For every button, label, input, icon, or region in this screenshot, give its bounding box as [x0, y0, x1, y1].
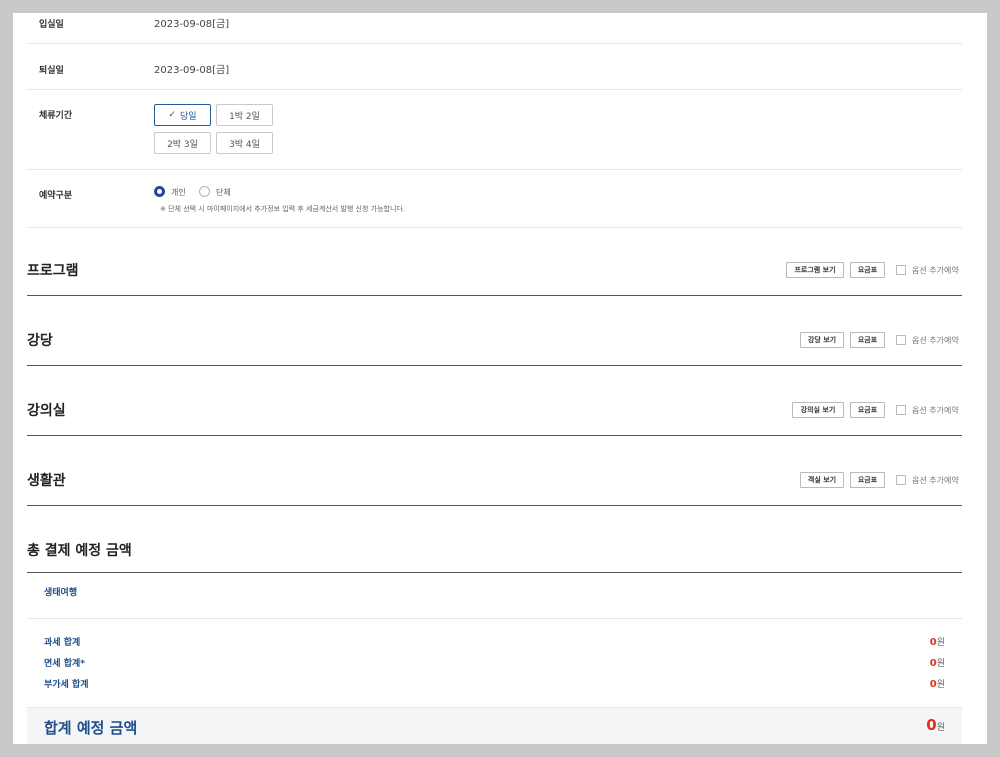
vat-total-value: 0원: [930, 677, 945, 690]
fee-table-button[interactable]: 요금표: [850, 402, 885, 418]
option-checkbox-label[interactable]: 옵션 추가예약: [912, 405, 959, 416]
auditorium-view-button[interactable]: 강당 보기: [800, 332, 844, 348]
stay-label: 체류기간: [39, 111, 73, 121]
option-checkbox[interactable]: [896, 405, 906, 415]
stay-option-label: 당일: [179, 111, 197, 122]
reservation-type-row: 예약구분 개인 단체 ※ 단체 선택 시 마이페이지에서 추가정보 입력 후 세…: [27, 170, 962, 228]
checkout-label: 퇴실일: [39, 66, 64, 76]
lecture-room-view-button[interactable]: 강의실 보기: [792, 402, 844, 418]
section-title: 프로그램: [27, 263, 79, 279]
tour-name: 생태여행: [44, 588, 78, 598]
taxable-total-value: 0원: [930, 635, 945, 648]
radio-group-label[interactable]: 단체: [216, 187, 231, 198]
total-title: 총 결제 예정 금액: [27, 543, 132, 559]
fee-table-button[interactable]: 요금표: [850, 472, 885, 488]
grand-total-value: 0원: [926, 716, 945, 734]
stay-option-label: 1박 2일: [229, 111, 260, 122]
option-checkbox-label[interactable]: 옵션 추가예약: [912, 475, 959, 486]
radio-individual[interactable]: [154, 186, 165, 197]
stay-option-1n2d[interactable]: 1박 2일: [216, 104, 273, 126]
checkin-date: 2023-09-08[금]: [154, 19, 230, 30]
currency-unit: 원: [936, 638, 945, 648]
stay-option-same-day[interactable]: ✓ 당일: [154, 104, 211, 126]
reservation-type-label: 예약구분: [39, 191, 73, 201]
stay-option-label: 3박 4일: [229, 139, 260, 150]
stay-option-label: 2박 3일: [167, 139, 198, 150]
program-view-button[interactable]: 프로그램 보기: [786, 262, 844, 278]
amount: 0: [929, 679, 937, 690]
section-dormitory: 생활관 객실 보기 요금표 옵션 추가예약: [27, 453, 962, 506]
option-checkbox-label[interactable]: 옵션 추가예약: [912, 335, 959, 346]
checkin-row: 입실일 2023-09-08[금]: [27, 13, 962, 44]
reservation-page: 입실일 2023-09-08[금] 퇴실일 2023-09-08[금] 체류기간…: [13, 13, 987, 744]
stay-option-3n4d[interactable]: 3박 4일: [216, 132, 273, 154]
total-summary: 생태여행 과세 합계 0원 면세 합계* 0원 부가세 합계 0원 합계 예정 …: [27, 572, 962, 744]
tax-free-total-value: 0원: [930, 656, 945, 669]
checkout-date: 2023-09-08[금]: [154, 65, 230, 76]
room-view-button[interactable]: 객실 보기: [800, 472, 844, 488]
fee-table-button[interactable]: 요금표: [850, 332, 885, 348]
radio-group[interactable]: [199, 186, 210, 197]
currency-unit: 원: [936, 659, 945, 669]
taxable-total-label: 과세 합계: [44, 638, 81, 648]
section-lecture-room: 강의실 강의실 보기 요금표 옵션 추가예약: [27, 383, 962, 436]
amount: 0: [926, 716, 937, 734]
check-icon: ✓: [168, 110, 176, 120]
section-title: 강의실: [27, 403, 66, 419]
vat-total-label: 부가세 합계: [44, 680, 89, 690]
fee-table-button[interactable]: 요금표: [850, 262, 885, 278]
amount: 0: [929, 658, 937, 669]
section-auditorium: 강당 강당 보기 요금표 옵션 추가예약: [27, 313, 962, 366]
divider: [27, 618, 962, 619]
checkin-label: 입실일: [39, 20, 64, 30]
currency-unit: 원: [936, 723, 945, 733]
amount: 0: [929, 637, 937, 648]
stay-row: 체류기간 ✓ 당일 1박 2일 2박 3일 3박 4일: [27, 90, 962, 170]
option-checkbox[interactable]: [896, 265, 906, 275]
group-notice: ※ 단체 선택 시 마이페이지에서 추가정보 입력 후 세금계산서 발행 신청 …: [160, 205, 406, 213]
stay-option-2n3d[interactable]: 2박 3일: [154, 132, 211, 154]
currency-unit: 원: [936, 680, 945, 690]
section-program: 프로그램 프로그램 보기 요금표 옵션 추가예약: [27, 243, 962, 296]
option-checkbox-label[interactable]: 옵션 추가예약: [912, 265, 959, 276]
section-title: 생활관: [27, 473, 66, 489]
grand-total-label: 합계 예정 금액: [44, 719, 138, 737]
option-checkbox[interactable]: [896, 475, 906, 485]
tax-free-total-label: 면세 합계*: [44, 659, 85, 669]
grand-total: 합계 예정 금액 0원: [27, 707, 962, 744]
radio-individual-label[interactable]: 개인: [171, 187, 186, 198]
option-checkbox[interactable]: [896, 335, 906, 345]
checkout-row: 퇴실일 2023-09-08[금]: [27, 44, 962, 90]
section-title: 강당: [27, 333, 53, 349]
